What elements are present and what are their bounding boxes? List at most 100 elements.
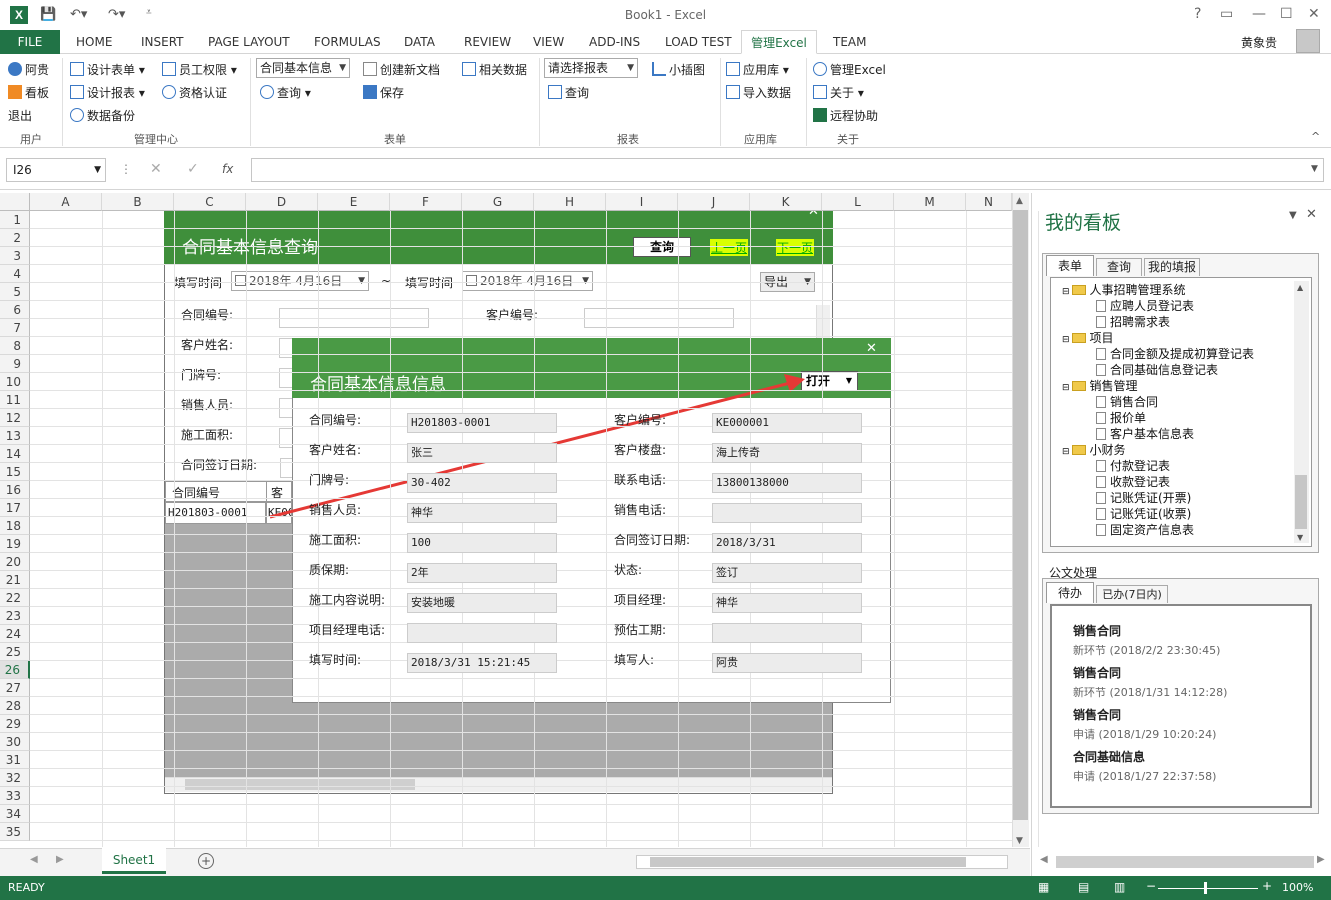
sheet-vertical-scroll-thumb[interactable] <box>1013 210 1028 820</box>
row-header-19[interactable]: 19 <box>0 535 30 553</box>
query-button[interactable]: 查询 <box>633 237 691 257</box>
info-field-left[interactable]: 神华 <box>407 503 557 523</box>
zoom-out-icon[interactable]: − <box>1146 879 1156 893</box>
row-header-7[interactable]: 7 <box>0 319 30 337</box>
row-header-4[interactable]: 4 <box>0 265 30 283</box>
info-field-right[interactable]: 神华 <box>712 593 862 613</box>
scroll-up-icon[interactable]: ▲ <box>1016 196 1023 206</box>
staff-permission-button[interactable]: 员工权限 ▾ <box>162 61 237 78</box>
row-header-12[interactable]: 12 <box>0 409 30 427</box>
tree-item[interactable]: 销售合同 <box>1096 393 1158 410</box>
info-field-left[interactable]: 100 <box>407 533 557 553</box>
column-header-k[interactable]: K <box>750 193 822 211</box>
logout-button[interactable]: 退出 <box>8 107 32 124</box>
column-header-a[interactable]: A <box>30 193 102 211</box>
info-field-right[interactable]: 13800138000 <box>712 473 862 493</box>
tree-item[interactable]: 合同金额及提成初算登记表 <box>1096 345 1254 362</box>
todo-title[interactable]: 合同基础信息 <box>1073 748 1145 765</box>
row-header-35[interactable]: 35 <box>0 823 30 841</box>
checkbox-icon[interactable] <box>235 275 246 286</box>
report-select[interactable]: 请选择报表 ▼ <box>544 58 638 78</box>
tree-item[interactable]: 客户基本信息表 <box>1096 425 1194 442</box>
row-header-22[interactable]: 22 <box>0 589 30 607</box>
tab-team[interactable]: TEAM <box>831 30 868 54</box>
row-header-10[interactable]: 10 <box>0 373 30 391</box>
row-header-17[interactable]: 17 <box>0 499 30 517</box>
tree-folder[interactable]: ⊟ 项目 <box>1062 329 1114 346</box>
column-header-g[interactable]: G <box>462 193 534 211</box>
tree-item[interactable]: 记账凭证(收票) <box>1096 505 1191 522</box>
row-header-26[interactable]: 26 <box>0 661 30 679</box>
row-header-20[interactable]: 20 <box>0 553 30 571</box>
todo-title[interactable]: 销售合同 <box>1073 622 1121 639</box>
tree-folder[interactable]: ⊟ 小财务 <box>1062 441 1126 458</box>
row-header-28[interactable]: 28 <box>0 697 30 715</box>
page-layout-view-icon[interactable]: ▤ <box>1078 880 1089 894</box>
row-header-3[interactable]: 3 <box>0 247 30 265</box>
todo-title[interactable]: 销售合同 <box>1073 706 1121 723</box>
backup-button[interactable]: 数据备份 <box>70 107 135 124</box>
tree-scroll-thumb[interactable] <box>1295 475 1307 529</box>
info-field-left[interactable]: 2年 <box>407 563 557 583</box>
info-field-right[interactable]: 阿贵 <box>712 653 862 673</box>
house-no-input[interactable] <box>279 368 293 388</box>
tab-data[interactable]: DATA <box>402 30 437 54</box>
column-header-i[interactable]: I <box>606 193 678 211</box>
open-dropdown-button[interactable]: 打开 ▼ <box>801 371 858 391</box>
design-report-button[interactable]: 设计报表 ▾ <box>70 84 145 101</box>
cancel-icon[interactable]: ✕ <box>150 161 162 177</box>
row-header-32[interactable]: 32 <box>0 769 30 787</box>
pane-scroll-left-icon[interactable]: ◀ <box>1040 854 1048 865</box>
row-header-6[interactable]: 6 <box>0 301 30 319</box>
results-scroll-thumb[interactable] <box>185 779 415 790</box>
pane-close-icon[interactable]: ✕ <box>1306 207 1317 222</box>
column-header-l[interactable]: L <box>822 193 894 211</box>
row-header-2[interactable]: 2 <box>0 229 30 247</box>
column-header-d[interactable]: D <box>246 193 318 211</box>
row-header-8[interactable]: 8 <box>0 337 30 355</box>
tree-item[interactable]: 报价单 <box>1096 409 1146 426</box>
qualification-button[interactable]: 资格认证 <box>162 84 227 101</box>
tree-item[interactable]: 合同基础信息登记表 <box>1096 361 1218 378</box>
zoom-in-icon[interactable]: + <box>1262 879 1272 893</box>
todo-title[interactable]: 销售合同 <box>1073 664 1121 681</box>
zoom-slider[interactable] <box>1158 888 1258 889</box>
info-field-right[interactable]: KE000001 <box>712 413 862 433</box>
info-field-right[interactable]: 2018/3/31 <box>712 533 862 553</box>
column-header-j[interactable]: J <box>678 193 750 211</box>
tree-item[interactable]: 记账凭证(开票) <box>1096 489 1191 506</box>
row-header-16[interactable]: 16 <box>0 481 30 499</box>
row-header-29[interactable]: 29 <box>0 715 30 733</box>
results-cell-contract-no[interactable]: H201803-0001 <box>165 502 266 524</box>
form-query-button[interactable]: 查询 ▾ <box>260 84 311 101</box>
horizontal-scroll-thumb[interactable] <box>650 857 966 867</box>
column-header-c[interactable]: C <box>174 193 246 211</box>
tab-file[interactable]: FILE <box>0 30 60 54</box>
tab-manage-excel[interactable]: 管理Excel <box>741 30 817 54</box>
info-field-left[interactable] <box>407 623 557 643</box>
row-header-1[interactable]: 1 <box>0 211 30 229</box>
tab-view[interactable]: VIEW <box>531 30 566 54</box>
row-header-18[interactable]: 18 <box>0 517 30 535</box>
row-header-21[interactable]: 21 <box>0 571 30 589</box>
pane-options-icon[interactable]: ▼ <box>1289 210 1297 221</box>
column-header-h[interactable]: H <box>534 193 606 211</box>
collapse-icon[interactable]: ⊟ <box>1062 335 1070 345</box>
maximize-button[interactable]: ☐ <box>1280 6 1293 22</box>
enter-icon[interactable]: ✓ <box>187 161 199 177</box>
row-header-15[interactable]: 15 <box>0 463 30 481</box>
about-button[interactable]: 关于 ▾ <box>813 84 864 101</box>
collapse-icon[interactable]: ⊟ <box>1062 287 1070 297</box>
customer-name-input[interactable] <box>279 338 293 358</box>
sparkline-button[interactable]: 小插图 <box>652 61 705 78</box>
tab-insert[interactable]: INSERT <box>139 30 186 54</box>
pane-scroll-right-icon[interactable]: ▶ <box>1317 854 1325 865</box>
tab-review[interactable]: REVIEW <box>462 30 513 54</box>
row-header-31[interactable]: 31 <box>0 751 30 769</box>
doc-tab-done[interactable]: 已办(7日内) <box>1096 585 1168 603</box>
prev-page-link[interactable]: 上一页 <box>710 239 749 256</box>
ribbon-display-icon[interactable]: ▭ <box>1220 6 1233 22</box>
row-header-14[interactable]: 14 <box>0 445 30 463</box>
column-header-b[interactable]: B <box>102 193 174 211</box>
row-header-9[interactable]: 9 <box>0 355 30 373</box>
